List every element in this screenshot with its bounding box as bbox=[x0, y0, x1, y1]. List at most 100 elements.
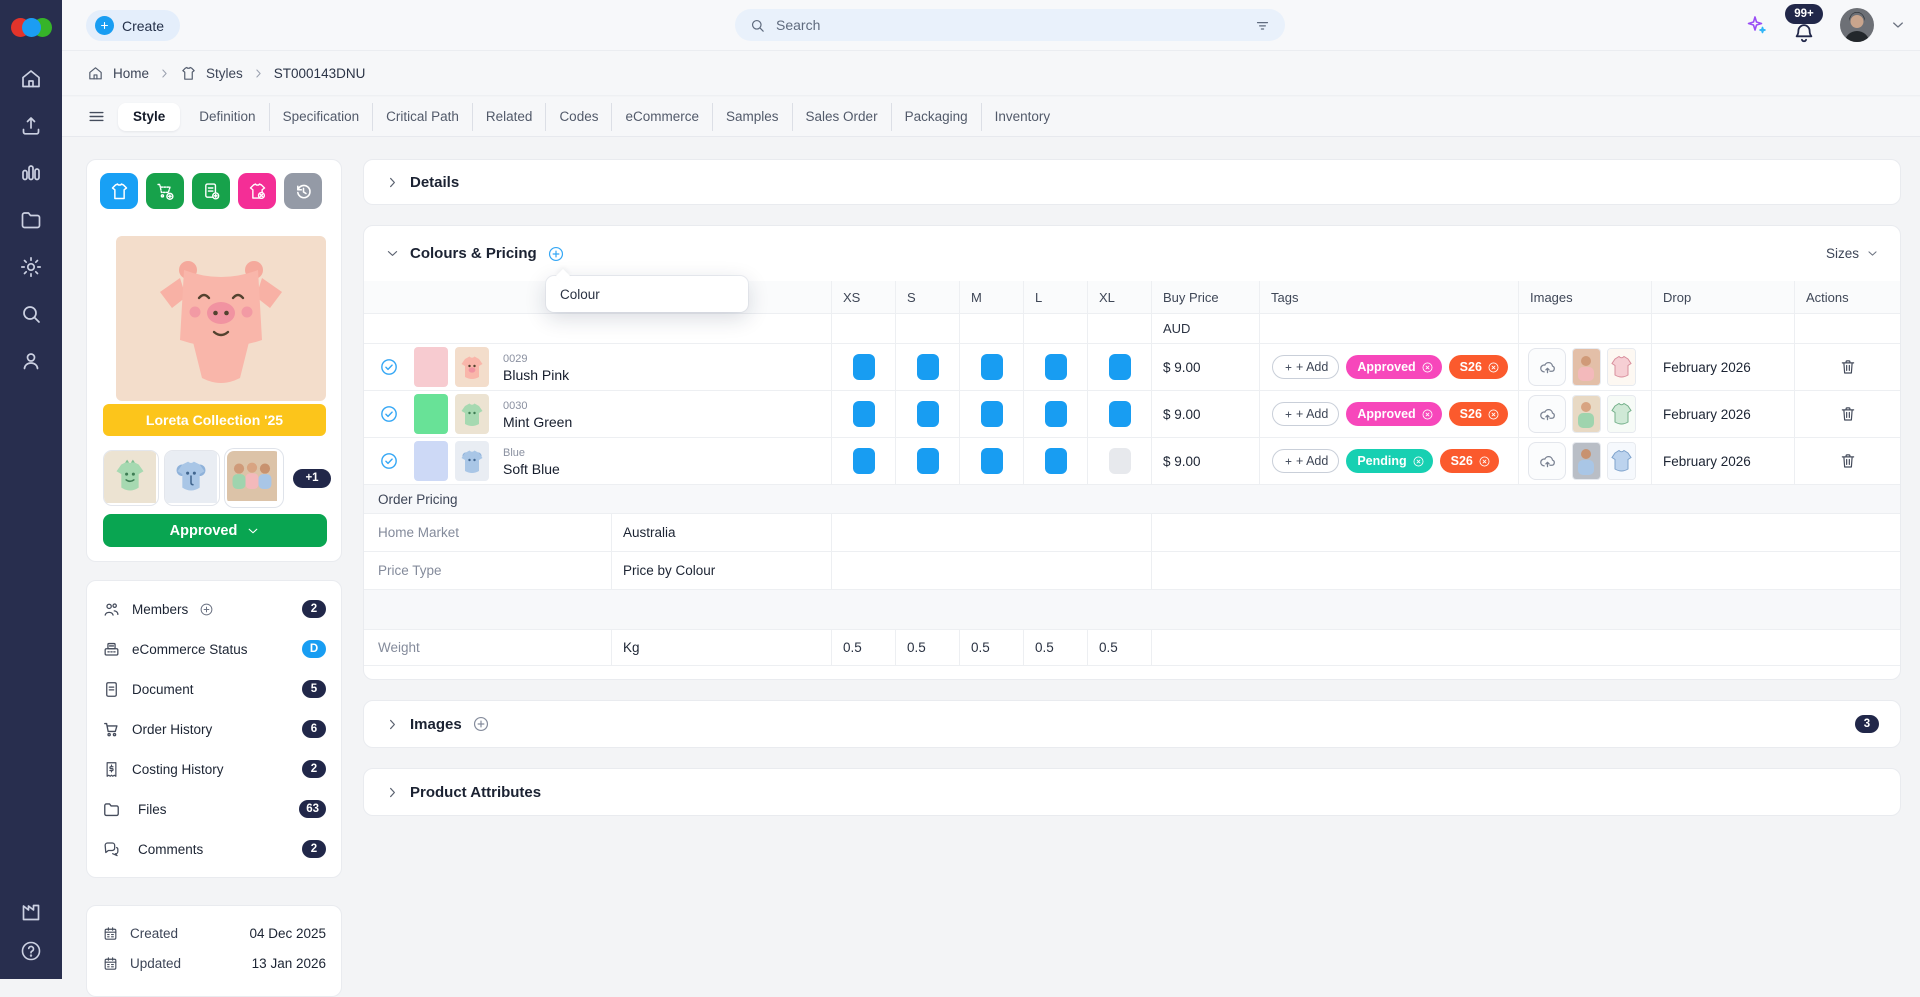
menu-item-members[interactable]: Members 2 bbox=[102, 589, 326, 629]
column-header-m[interactable]: M bbox=[959, 281, 1023, 313]
account-chevron-icon[interactable] bbox=[1890, 17, 1906, 33]
chevron-right-icon[interactable] bbox=[385, 785, 400, 800]
more-images-badge[interactable]: +1 bbox=[293, 469, 331, 488]
buy-price[interactable]: $ 9.00 bbox=[1163, 360, 1201, 375]
colour-thumbnail[interactable] bbox=[455, 394, 489, 434]
drop-date[interactable]: February 2026 bbox=[1663, 360, 1751, 375]
thumbnail-blue-onesie[interactable] bbox=[164, 450, 220, 506]
menu-item-costing-history[interactable]: Costing History 2 bbox=[102, 749, 326, 789]
weight-value-s[interactable]: 0.5 bbox=[895, 630, 959, 665]
add-document-button[interactable] bbox=[192, 173, 230, 209]
tag-s26[interactable]: S26 bbox=[1449, 355, 1508, 379]
weight-value-xl[interactable]: 0.5 bbox=[1087, 630, 1151, 665]
size-checkbox-m[interactable] bbox=[981, 354, 1003, 380]
size-checkbox-xs[interactable] bbox=[853, 448, 875, 474]
remove-style-button[interactable] bbox=[238, 173, 276, 209]
size-checkbox-l[interactable] bbox=[1045, 354, 1067, 380]
add-to-order-button[interactable] bbox=[146, 173, 184, 209]
row-image-sketch[interactable] bbox=[1607, 348, 1636, 386]
analytics-icon[interactable] bbox=[19, 161, 43, 185]
menu-item-ecommerce-status[interactable]: eCommerce Status D bbox=[102, 629, 326, 669]
buy-price[interactable]: $ 9.00 bbox=[1163, 407, 1201, 422]
filter-icon[interactable] bbox=[1254, 17, 1271, 34]
tab-inventory[interactable]: Inventory bbox=[981, 103, 1064, 131]
search-nav-icon[interactable] bbox=[19, 302, 43, 326]
size-checkbox-xl[interactable] bbox=[1109, 448, 1131, 474]
colour-thumbnail[interactable] bbox=[455, 347, 489, 387]
tag-s26[interactable]: S26 bbox=[1440, 449, 1499, 473]
colours-pricing-title[interactable]: Colours & Pricing bbox=[410, 245, 537, 262]
colour-name[interactable]: Blush Pink bbox=[503, 367, 569, 383]
tab-codes[interactable]: Codes bbox=[545, 103, 611, 131]
remove-tag-icon[interactable] bbox=[1478, 455, 1491, 468]
weight-value-m[interactable]: 0.5 bbox=[959, 630, 1023, 665]
column-header-s[interactable]: S bbox=[895, 281, 959, 313]
chevron-right-icon[interactable] bbox=[385, 175, 400, 190]
colour-name[interactable]: Soft Blue bbox=[503, 461, 560, 477]
tab-samples[interactable]: Samples bbox=[712, 103, 792, 131]
add-colour-icon[interactable] bbox=[547, 245, 565, 263]
colour-name[interactable]: Mint Green bbox=[503, 414, 572, 430]
weight-unit[interactable]: Kg bbox=[611, 630, 831, 665]
menu-item-files[interactable]: Files 63 bbox=[102, 789, 326, 829]
size-checkbox-l[interactable] bbox=[1045, 401, 1067, 427]
avatar[interactable] bbox=[1840, 8, 1874, 42]
create-button[interactable]: Create bbox=[86, 10, 180, 41]
weight-value-xs[interactable]: 0.5 bbox=[831, 630, 895, 665]
menu-item-order-history[interactable]: Order History 6 bbox=[102, 709, 326, 749]
row-image-photo[interactable] bbox=[1572, 395, 1601, 433]
popup-item-colour[interactable]: Colour bbox=[560, 287, 600, 302]
style-action-button[interactable] bbox=[100, 173, 138, 209]
add-member-icon[interactable] bbox=[199, 602, 214, 617]
column-header-xs[interactable]: XS bbox=[831, 281, 895, 313]
add-tag-button[interactable]: + Add bbox=[1272, 355, 1339, 379]
details-section-title[interactable]: Details bbox=[410, 174, 459, 191]
tab-definition[interactable]: Definition bbox=[186, 103, 268, 131]
drop-date[interactable]: February 2026 bbox=[1663, 407, 1751, 422]
product-hero-image[interactable] bbox=[116, 236, 326, 401]
colour-thumbnail[interactable] bbox=[455, 441, 489, 481]
history-button[interactable] bbox=[284, 173, 322, 209]
row-image-photo[interactable] bbox=[1572, 348, 1601, 386]
breadcrumb-styles[interactable]: Styles bbox=[206, 66, 243, 81]
row-image-sketch[interactable] bbox=[1607, 442, 1636, 480]
row-selected-icon[interactable] bbox=[379, 451, 399, 471]
search-input[interactable] bbox=[774, 16, 1246, 34]
tab-related[interactable]: Related bbox=[472, 103, 546, 131]
tab-sales-order[interactable]: Sales Order bbox=[792, 103, 891, 131]
size-checkbox-m[interactable] bbox=[981, 401, 1003, 427]
tab-packaging[interactable]: Packaging bbox=[891, 103, 981, 131]
home-icon[interactable] bbox=[19, 67, 43, 91]
tab-critical-path[interactable]: Critical Path bbox=[372, 103, 472, 131]
menu-item-document[interactable]: Document 5 bbox=[102, 669, 326, 709]
delete-row-icon[interactable] bbox=[1839, 405, 1857, 423]
tag-pending[interactable]: Pending bbox=[1346, 449, 1432, 473]
size-checkbox-s[interactable] bbox=[917, 354, 939, 380]
thumbnail-babies-photo[interactable] bbox=[225, 449, 283, 507]
size-checkbox-xl[interactable] bbox=[1109, 354, 1131, 380]
column-header-xl[interactable]: XL bbox=[1087, 281, 1151, 313]
upload-image-button[interactable] bbox=[1528, 395, 1566, 433]
sizes-dropdown[interactable]: Sizes bbox=[1826, 246, 1879, 261]
colour-swatch[interactable] bbox=[414, 347, 448, 387]
chevron-right-icon[interactable] bbox=[385, 717, 400, 732]
row-selected-icon[interactable] bbox=[379, 404, 399, 424]
tab-style[interactable]: Style bbox=[118, 103, 180, 131]
row-image-sketch[interactable] bbox=[1607, 395, 1636, 433]
add-tag-button[interactable]: + Add bbox=[1272, 402, 1339, 426]
size-checkbox-l[interactable] bbox=[1045, 448, 1067, 474]
chevron-down-icon[interactable] bbox=[385, 246, 400, 261]
upload-image-button[interactable] bbox=[1528, 348, 1566, 386]
folder-icon[interactable] bbox=[19, 208, 43, 232]
price-type-value[interactable]: Price by Colour bbox=[611, 552, 831, 589]
app-logo[interactable] bbox=[8, 13, 54, 43]
size-checkbox-m[interactable] bbox=[981, 448, 1003, 474]
tag-s26[interactable]: S26 bbox=[1449, 402, 1508, 426]
notifications-button[interactable]: 99+ bbox=[1784, 4, 1824, 46]
tag-approved[interactable]: Approved bbox=[1346, 402, 1441, 426]
row-image-photo[interactable] bbox=[1572, 442, 1601, 480]
settings-icon[interactable] bbox=[19, 255, 43, 279]
add-image-icon[interactable] bbox=[472, 715, 490, 733]
drop-date[interactable]: February 2026 bbox=[1663, 454, 1751, 469]
tab-ecommerce[interactable]: eCommerce bbox=[611, 103, 712, 131]
